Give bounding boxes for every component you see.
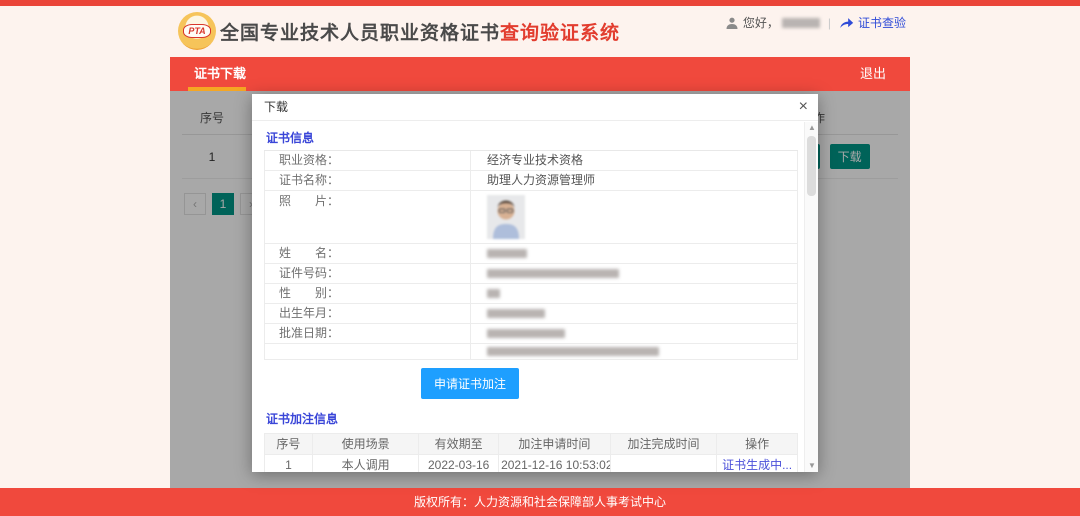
field-label: 出生年月： xyxy=(265,304,471,323)
field-label: 姓 名： xyxy=(265,244,471,263)
page-title-accent: 查询验证系统 xyxy=(500,23,620,44)
col-no: 序号 xyxy=(265,434,313,455)
header-user-area: 您好， | 证书查验 xyxy=(725,14,906,31)
page-title-main: 全国专业技术人员职业资格证书 xyxy=(220,23,500,44)
certificate-verify-link[interactable]: 证书查验 xyxy=(858,14,906,31)
logout-button[interactable]: 退出 xyxy=(860,57,886,91)
field-value xyxy=(471,324,797,343)
col-action: 操作 xyxy=(717,434,797,455)
redacted-value xyxy=(487,249,527,258)
tab-label: 证书下载 xyxy=(194,66,246,81)
field-row-approval-date: 批准日期： xyxy=(265,324,797,344)
close-icon[interactable]: × xyxy=(799,94,808,120)
cell-apply-time: 2021-12-16 10:53:02 xyxy=(499,455,611,472)
copyright-text: 版权所有：人力资源和社会保障部人事考试中心 xyxy=(414,495,666,509)
annotation-header-row: 序号 使用场景 有效期至 加注申请时间 加注完成时间 操作 xyxy=(265,434,797,455)
scroll-up-icon[interactable]: ▲ xyxy=(805,122,819,134)
field-value xyxy=(471,244,797,263)
col-scene: 使用场景 xyxy=(313,434,419,455)
field-value xyxy=(471,191,797,243)
field-value: 经济专业技术资格 xyxy=(471,151,797,170)
field-label: 证件号码： xyxy=(265,264,471,283)
cell-no: 1 xyxy=(265,455,313,472)
field-row-birth: 出生年月： xyxy=(265,304,797,324)
col-complete-time: 加注完成时间 xyxy=(611,434,717,455)
user-icon xyxy=(725,16,739,30)
user-name-redacted xyxy=(782,18,820,28)
pta-logo-icon: PTA xyxy=(178,12,216,50)
field-row-gender: 性 别： xyxy=(265,284,797,304)
field-value xyxy=(471,284,797,303)
field-value xyxy=(471,344,797,359)
col-apply-time: 加注申请时间 xyxy=(499,434,611,455)
field-row-name: 姓 名： xyxy=(265,244,797,264)
field-value xyxy=(471,264,797,283)
cell-complete-time xyxy=(611,455,717,472)
cell-scene: 本人调用 xyxy=(313,455,419,472)
page-title: 全国专业技术人员职业资格证书查询验证系统 xyxy=(220,18,620,45)
section-annotation-info: 证书加注信息 xyxy=(264,407,798,431)
cell-valid-until: 2022-03-16 xyxy=(419,455,499,472)
modal-title: 下载 xyxy=(264,100,288,114)
field-row-region xyxy=(265,344,797,359)
field-label: 性 别： xyxy=(265,284,471,303)
field-row-qualification: 职业资格： 经济专业技术资格 xyxy=(265,151,797,171)
redacted-value xyxy=(487,309,545,318)
redacted-value xyxy=(487,289,500,298)
page-header: PTA 全国专业技术人员职业资格证书查询验证系统 您好， | 证书查验 xyxy=(170,6,910,56)
download-modal: 下载 × 证书信息 职业资格： 经济专业技术资格 证书名称： 助理人力资源管理师… xyxy=(252,94,818,472)
field-label: 批准日期： xyxy=(265,324,471,343)
field-value xyxy=(471,304,797,323)
field-row-id-number: 证件号码： xyxy=(265,264,797,284)
modal-scrollbar[interactable]: ▲ ▼ xyxy=(804,122,818,472)
certificate-fields-table: 职业资格： 经济专业技术资格 证书名称： 助理人力资源管理师 照 片： xyxy=(264,151,798,360)
field-row-cert-name: 证书名称： 助理人力资源管理师 xyxy=(265,171,797,191)
modal-body: 证书信息 职业资格： 经济专业技术资格 证书名称： 助理人力资源管理师 照 片： xyxy=(252,122,804,472)
main-nav: 证书下载 退出 xyxy=(170,57,910,91)
pta-logo-text: PTA xyxy=(183,24,210,38)
field-label xyxy=(265,344,471,359)
certificate-generating-link[interactable]: 证书生成中... xyxy=(722,458,792,472)
page-footer: 版权所有：人力资源和社会保障部人事考试中心 xyxy=(0,488,1080,516)
scroll-down-icon[interactable]: ▼ xyxy=(805,460,819,472)
redacted-value xyxy=(487,269,619,278)
brand: PTA 全国专业技术人员职业资格证书查询验证系统 xyxy=(178,12,620,50)
field-value: 助理人力资源管理师 xyxy=(471,171,797,190)
greeting-text: 您好， xyxy=(743,14,779,31)
header-separator: | xyxy=(828,16,831,30)
share-arrow-icon xyxy=(839,16,854,30)
field-label: 照 片： xyxy=(265,191,471,243)
redacted-value xyxy=(487,329,565,338)
apply-annotation-button[interactable]: 申请证书加注 xyxy=(421,368,519,399)
field-label: 职业资格： xyxy=(265,151,471,170)
annotation-data-row: 1 本人调用 2022-03-16 2021-12-16 10:53:02 证书… xyxy=(265,455,797,472)
annotation-table: 序号 使用场景 有效期至 加注申请时间 加注完成时间 操作 1 本人调用 202… xyxy=(264,433,798,472)
redacted-value xyxy=(487,347,659,356)
tab-certificate-download[interactable]: 证书下载 xyxy=(194,57,246,91)
section-certificate-info: 证书信息 xyxy=(264,126,798,151)
id-photo xyxy=(487,195,525,239)
field-label: 证书名称： xyxy=(265,171,471,190)
scrollbar-thumb[interactable] xyxy=(807,136,816,196)
apply-button-row: 申请证书加注 xyxy=(421,368,798,399)
modal-header: 下载 × xyxy=(252,94,818,121)
field-row-photo: 照 片： xyxy=(265,191,797,244)
col-valid-until: 有效期至 xyxy=(419,434,499,455)
